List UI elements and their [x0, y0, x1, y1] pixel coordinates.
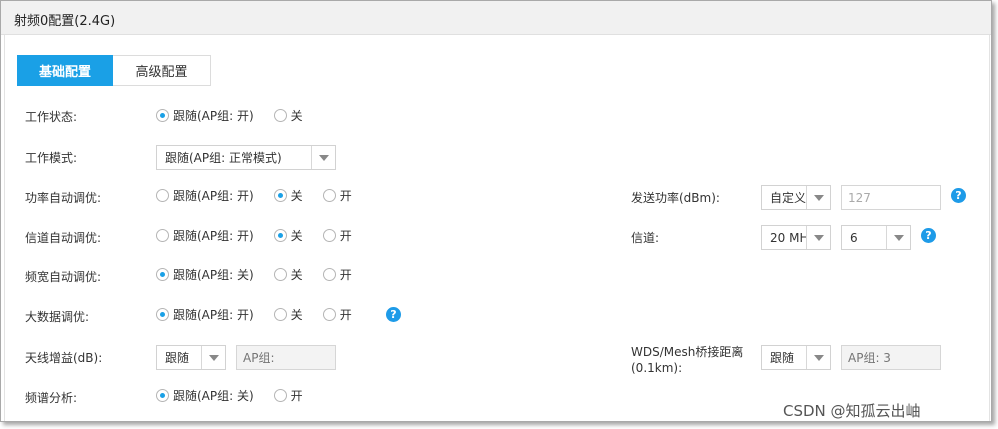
work-state-follow-radio[interactable]: 跟随(AP组: 开): [156, 107, 254, 124]
watermark-text: CSDN @知孤云出岫: [783, 402, 921, 420]
wds-distance-label-line2: (0.1km):: [631, 361, 683, 375]
radio-selected-icon: [156, 267, 169, 281]
wds-distance-select-value: 跟随: [770, 351, 795, 365]
channel-auto-follow-radio[interactable]: 跟随(AP组: 开): [156, 227, 254, 244]
work-mode-value: 跟随(AP组: 正常模式): [165, 151, 282, 165]
radio-icon: [322, 228, 336, 242]
work-mode-select[interactable]: 跟随(AP组: 正常模式): [156, 145, 336, 170]
tx-power-help-icon[interactable]: ?: [951, 188, 966, 203]
channel-auto-on-radio[interactable]: 开: [322, 227, 352, 244]
radio-selected-icon: [156, 307, 169, 321]
channel-help-icon[interactable]: ?: [921, 228, 936, 243]
spectrum-follow-radio[interactable]: 跟随(AP组: 关): [156, 387, 254, 404]
bigdata-help-icon[interactable]: ?: [386, 307, 401, 322]
power-auto-on-radio[interactable]: 开: [322, 187, 352, 204]
spectrum-radios: 跟随(AP组: 关) 开: [156, 387, 323, 403]
spectrum-label: 频谱分析:: [25, 391, 78, 405]
bandwidth-auto-follow-radio[interactable]: 跟随(AP组: 关): [156, 266, 254, 283]
chevron-down-icon: [208, 354, 219, 361]
work-state-label: 工作状态:: [25, 110, 78, 124]
wds-distance-input: [841, 345, 941, 370]
bandwidth-auto-off-radio[interactable]: 关: [273, 266, 303, 283]
bigdata-on-radio[interactable]: 开: [322, 306, 352, 323]
tx-power-select[interactable]: 自定义: [761, 185, 831, 210]
channel-bandwidth-value: 20 MHz: [770, 230, 806, 245]
power-auto-follow-radio[interactable]: 跟随(AP组: 开): [156, 187, 254, 204]
bandwidth-auto-label: 频宽自动调优:: [25, 270, 102, 284]
channel-auto-off-radio[interactable]: 关: [273, 227, 303, 244]
radio-icon: [273, 307, 287, 321]
work-state-off-radio[interactable]: 关: [273, 107, 303, 124]
tab-basic-config[interactable]: 基础配置: [17, 55, 113, 86]
work-state-radios: 跟随(AP组: 开) 关: [156, 107, 323, 123]
chevron-down-icon: [318, 154, 329, 161]
power-auto-off-radio[interactable]: 关: [273, 187, 303, 204]
radio-icon: [322, 267, 336, 281]
radio-selected-icon: [273, 188, 287, 202]
channel-bandwidth-select[interactable]: 20 MHz: [761, 225, 831, 250]
tx-power-input[interactable]: [841, 185, 941, 210]
bigdata-off-radio[interactable]: 关: [273, 306, 303, 323]
work-mode-label: 工作模式:: [25, 151, 78, 165]
radio-icon: [156, 228, 169, 242]
radio-selected-icon: [156, 108, 169, 122]
bigdata-radios: 跟随(AP组: 开) 关 开: [156, 306, 372, 322]
chevron-down-icon: [813, 354, 824, 361]
antenna-gain-input: [236, 345, 336, 370]
chevron-down-icon: [813, 234, 824, 241]
dialog-window: 射频0配置(2.4G) 基础配置 高级配置 工作状态: 跟随(AP组: 开) 关…: [0, 0, 992, 422]
spectrum-on-radio[interactable]: 开: [273, 387, 303, 404]
bigdata-follow-radio[interactable]: 跟随(AP组: 开): [156, 306, 254, 323]
tx-power-label: 发送功率(dBm):: [631, 191, 720, 205]
wds-distance-label-line1: WDS/Mesh桥接距离: [631, 345, 744, 359]
bandwidth-auto-radios: 跟随(AP组: 关) 关 开: [156, 266, 372, 282]
antenna-gain-select-value: 跟随: [165, 351, 190, 365]
power-auto-label: 功率自动调优:: [25, 191, 102, 205]
title-bar: 射频0配置(2.4G): [1, 1, 991, 35]
channel-auto-radios: 跟随(AP组: 开) 关 开: [156, 227, 372, 243]
bandwidth-auto-on-radio[interactable]: 开: [322, 266, 352, 283]
chevron-down-icon: [893, 234, 904, 241]
radio-icon: [273, 108, 287, 122]
power-auto-radios: 跟随(AP组: 开) 关 开: [156, 187, 372, 203]
tx-power-select-value: 自定义: [770, 191, 806, 205]
channel-label: 信道:: [631, 231, 660, 245]
tab-bar: 基础配置 高级配置: [17, 55, 211, 86]
tab-advanced-config[interactable]: 高级配置: [113, 55, 211, 86]
radio-icon: [322, 307, 336, 321]
antenna-gain-label: 天线增益(dB):: [25, 351, 103, 365]
radio-selected-icon: [156, 388, 169, 402]
bigdata-label: 大数据调优:: [25, 310, 90, 324]
radio-icon: [273, 267, 287, 281]
channel-number-select[interactable]: 6: [841, 225, 911, 250]
radio-selected-icon: [273, 228, 287, 242]
antenna-gain-select[interactable]: 跟随: [156, 345, 226, 370]
channel-auto-label: 信道自动调优:: [25, 231, 102, 245]
channel-number-value: 6: [850, 230, 858, 245]
chevron-down-icon: [813, 194, 824, 201]
radio-icon: [322, 188, 336, 202]
wds-distance-select[interactable]: 跟随: [761, 345, 831, 370]
window-title: 射频0配置(2.4G): [14, 14, 116, 29]
radio-icon: [273, 388, 287, 402]
radio-icon: [156, 188, 169, 202]
